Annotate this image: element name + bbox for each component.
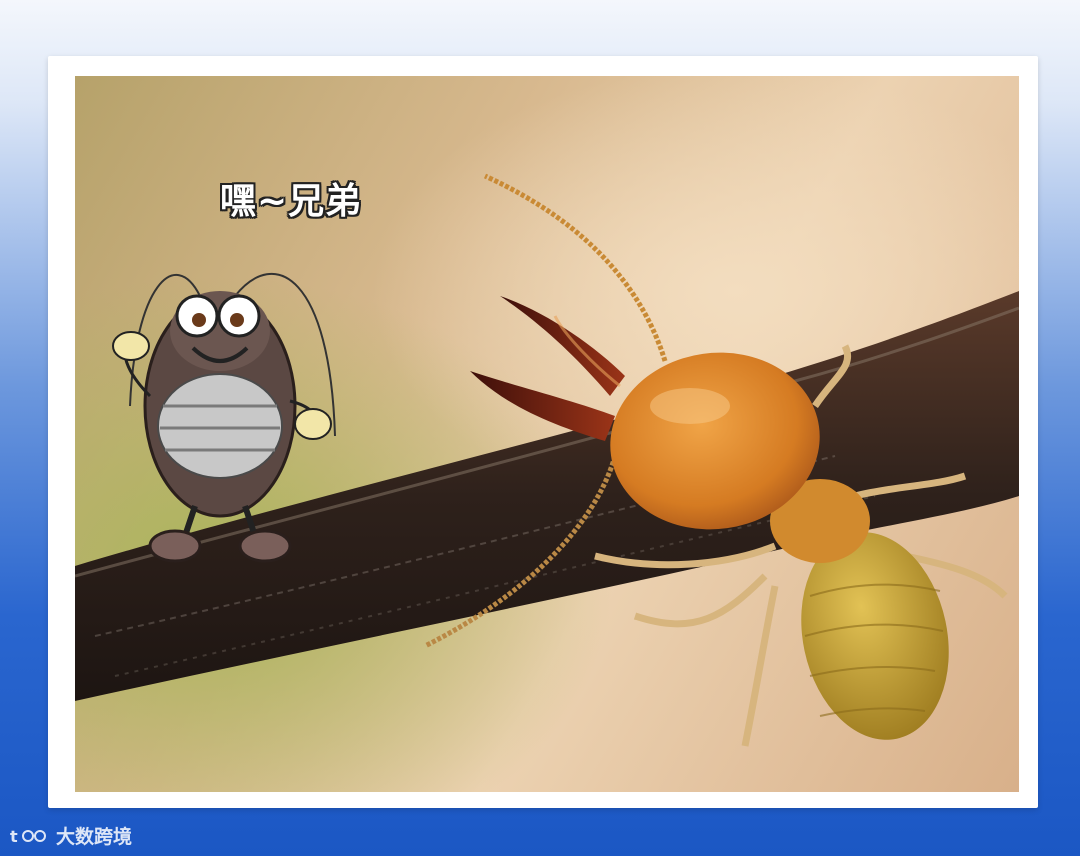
photo-illustration bbox=[75, 173, 1019, 747]
watermark-text: 大数跨境 bbox=[56, 826, 133, 848]
svg-text:t: t bbox=[10, 827, 18, 846]
caption-text: 嘿~兄弟 bbox=[220, 181, 363, 222]
watermark: t 大数跨境 bbox=[10, 822, 132, 849]
termite-photo: 嘿~兄弟 bbox=[75, 76, 1019, 792]
photo-frame: 嘿~兄弟 bbox=[48, 56, 1038, 808]
logo-icon: t bbox=[10, 827, 46, 846]
